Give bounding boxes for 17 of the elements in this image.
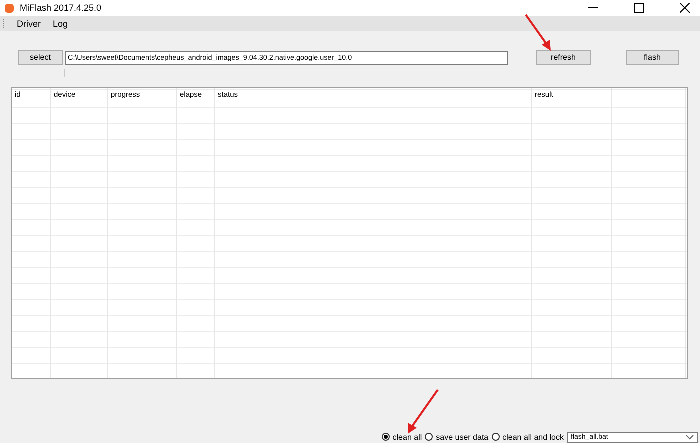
flash-button[interactable]: flash — [626, 50, 679, 65]
window-title: MiFlash 2017.4.25.0 — [20, 3, 102, 13]
annotation-arrow — [524, 14, 554, 52]
app-logo-icon — [5, 4, 14, 12]
radio-label: clean all and lock — [502, 432, 564, 442]
maximize-icon[interactable] — [634, 3, 644, 13]
menu-item[interactable]: Driver — [17, 18, 41, 28]
radio-button[interactable] — [492, 433, 500, 441]
refresh-button[interactable]: refresh — [536, 50, 591, 65]
radio-label: clean all — [392, 432, 422, 442]
close-icon[interactable] — [680, 3, 690, 13]
radio-button[interactable] — [382, 433, 390, 441]
radio-label: save user data — [436, 432, 489, 442]
select-button[interactable]: select — [18, 50, 63, 65]
menu-item[interactable]: Log — [53, 18, 68, 28]
chevron-down-icon — [686, 434, 694, 440]
radio-button[interactable] — [425, 433, 434, 441]
